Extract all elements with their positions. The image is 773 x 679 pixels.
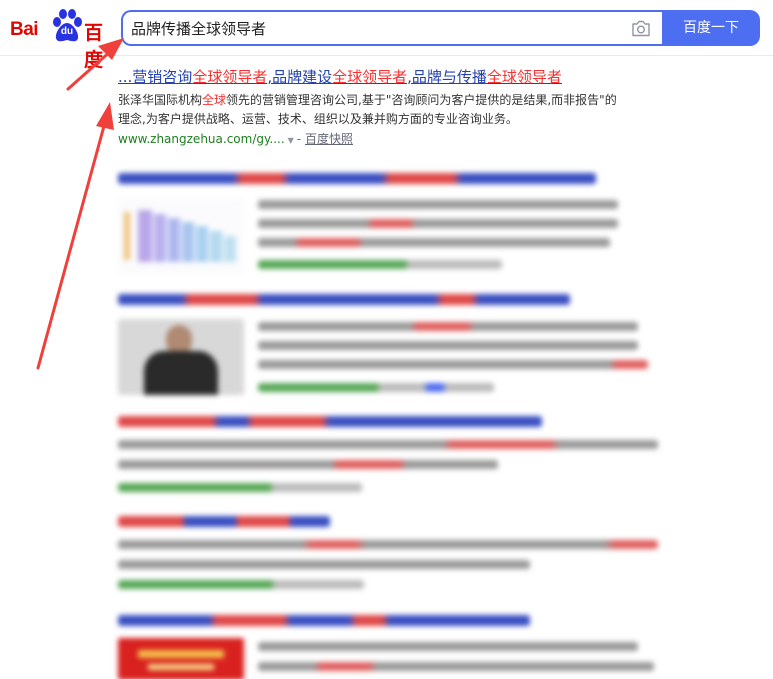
blurred-source[interactable] — [118, 580, 364, 589]
result-url[interactable]: www.zhangzehua.com/gy.... — [118, 132, 285, 146]
result-person-thumbnail[interactable] — [118, 319, 244, 395]
search-header: Bai du 百度 品牌传播全球领导者 百度一下 — [0, 0, 773, 71]
logo-text-cn: 百度 — [84, 22, 104, 71]
blurred-text — [118, 560, 530, 569]
blurred-source[interactable] — [258, 260, 502, 269]
dropdown-triangle-icon[interactable]: ▼ — [288, 136, 294, 145]
title-part: ,品牌与传播 — [407, 68, 487, 86]
result-source: www.zhangzehua.com/gy.... ▼ - 百度快照 — [118, 132, 353, 146]
blurred-title[interactable] — [118, 173, 596, 184]
search-box[interactable]: 品牌传播全球领导者 — [121, 10, 662, 46]
result-item-1: ...营销咨询全球领导者,品牌建设全球领导者,品牌与传播全球领导者 张泽华国际机… — [118, 67, 663, 151]
blurred-title[interactable] — [118, 615, 530, 626]
result-abstract: 张泽华国际机构全球领先的营销管理咨询公司,基于"咨询顾问为客户提供的是结果,而非… — [118, 91, 663, 129]
blurred-source[interactable] — [118, 483, 362, 492]
blurred-text — [258, 322, 638, 331]
arrow-to-first-result — [36, 102, 114, 370]
title-part-highlight: 全球领导者 — [486, 68, 562, 86]
abstract-text: 张泽华国际机构 — [118, 93, 203, 107]
abstract-highlight: 全球 — [202, 93, 227, 107]
abstract-text: 领先的营销管理咨询公司,基于"咨询顾问为客户提供的是结果,而非报告"的 — [226, 93, 617, 107]
blurred-text — [118, 540, 658, 549]
logo-text-latin: Bai — [10, 19, 39, 40]
blurred-text — [258, 341, 638, 350]
blurred-text — [258, 200, 618, 209]
title-part-highlight: 全球领导者 — [192, 68, 268, 86]
result-title[interactable]: ...营销咨询全球领导者,品牌建设全球领导者,品牌与传播全球领导者 — [118, 67, 663, 87]
title-part-highlight: 全球领导者 — [332, 68, 408, 86]
blurred-source[interactable] — [258, 383, 494, 392]
title-part: ,品牌建设 — [267, 68, 333, 86]
search-input[interactable]: 品牌传播全球领导者 — [131, 19, 611, 39]
baidu-logo[interactable]: Bai du 百度 — [10, 7, 114, 71]
result-banner-thumbnail[interactable] — [118, 638, 244, 679]
blurred-title[interactable] — [118, 516, 330, 527]
blurred-text — [258, 219, 618, 228]
result-title-link[interactable]: ...营销咨询全球领导者,品牌建设全球领导者,品牌与传播全球领导者 — [118, 68, 562, 86]
snapshot-link[interactable]: 百度快照 — [305, 132, 353, 146]
abstract-text: 理念,为客户提供战略、运营、技术、组织以及兼并购方面的专业咨询业务。 — [118, 112, 518, 126]
title-part: ...营销咨询 — [118, 68, 193, 86]
blurred-text — [258, 360, 648, 369]
search-button[interactable]: 百度一下 — [662, 10, 760, 46]
blurred-text — [118, 460, 498, 469]
blurred-text — [118, 440, 658, 449]
result-chart-thumbnail[interactable] — [118, 198, 244, 274]
blurred-title[interactable] — [118, 416, 542, 427]
blurred-text — [258, 662, 654, 671]
blurred-title[interactable] — [118, 294, 570, 305]
camera-icon[interactable] — [631, 20, 651, 37]
blurred-text — [258, 642, 638, 651]
blurred-text — [258, 238, 610, 247]
logo-paw-text: du — [60, 26, 74, 37]
